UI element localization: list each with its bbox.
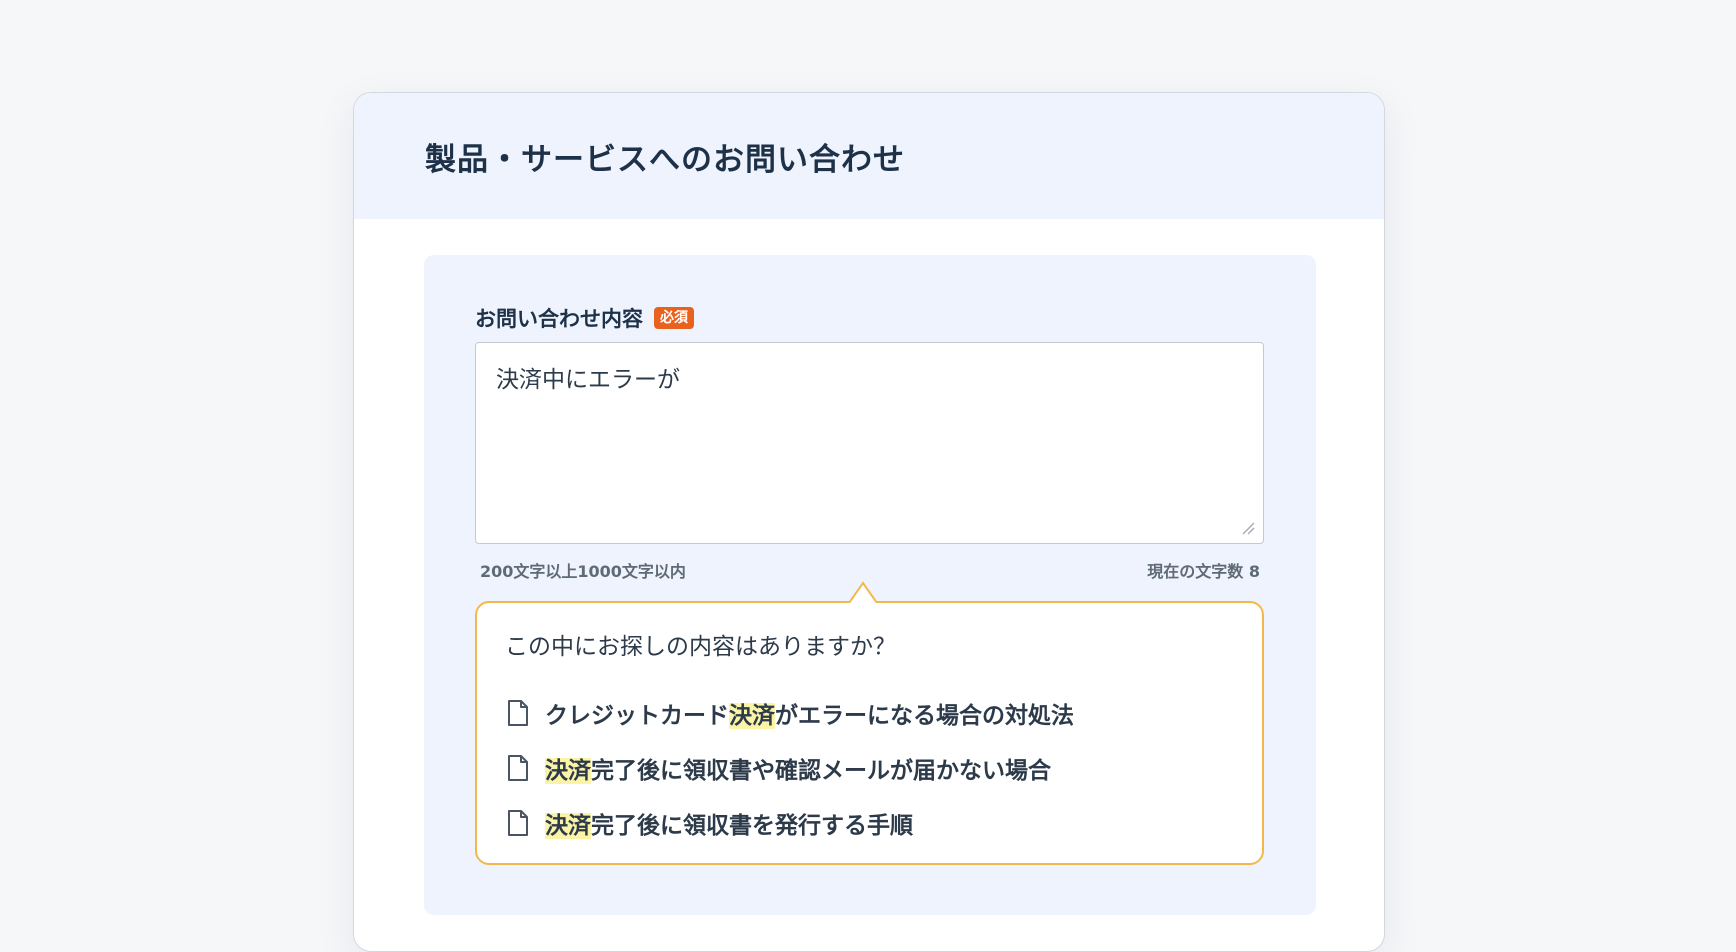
- suggestion-box: この中にお探しの内容はありますか？ クレジットカード決済がエラーになる場合の対処…: [475, 581, 1264, 865]
- suggestion-link[interactable]: クレジットカード決済がエラーになる場合の対処法: [545, 696, 1074, 730]
- page-title: 製品・サービスへのお問い合わせ: [425, 141, 905, 178]
- suggestion-text-after: 完了後に領収書を発行する手順: [591, 812, 913, 839]
- form-panel: お問い合わせ内容 必須 決済中にエラーが 200文字以上1000文字以内 現在の…: [424, 255, 1316, 915]
- suggestion-text-after: 完了後に領収書や確認メールが届かない場合: [591, 757, 1051, 784]
- suggestion-item[interactable]: クレジットカード決済がエラーになる場合の対処法: [505, 685, 1074, 740]
- document-icon: [508, 809, 528, 836]
- suggestion-text-after: がエラーになる場合の対処法: [775, 702, 1074, 729]
- suggestion-link[interactable]: 決済完了後に領収書や確認メールが届かない場合: [545, 751, 1051, 785]
- suggestion-highlight: 決済: [729, 702, 775, 729]
- suggestion-item[interactable]: 決済完了後に領収書を発行する手順: [505, 795, 1074, 850]
- inquiry-textarea[interactable]: 決済中にエラーが: [475, 342, 1264, 544]
- required-badge: 必須: [654, 307, 694, 329]
- card-header: 製品・サービスへのお問い合わせ: [354, 93, 1384, 219]
- field-label-row: お問い合わせ内容 必須: [475, 303, 694, 333]
- inquiry-field-label: お問い合わせ内容: [475, 307, 643, 331]
- document-icon: [508, 754, 528, 781]
- suggestion-highlight: 決済: [545, 757, 591, 784]
- suggestion-text-before: クレジットカード: [545, 702, 729, 729]
- suggestion-list: クレジットカード決済がエラーになる場合の対処法 決済完了後に領収書や確認メールが…: [505, 685, 1074, 850]
- suggestion-item[interactable]: 決済完了後に領収書や確認メールが届かない場合: [505, 740, 1074, 795]
- document-icon: [508, 699, 528, 726]
- suggestion-question: この中にお探しの内容はありますか？: [505, 634, 896, 660]
- suggestion-highlight: 決済: [545, 812, 591, 839]
- length-hint: 200文字以上1000文字以内: [480, 562, 686, 581]
- inquiry-card: 製品・サービスへのお問い合わせ お問い合わせ内容 必須 決済中にエラーが 200…: [353, 92, 1385, 952]
- suggestion-pointer: [849, 581, 877, 603]
- suggestion-link[interactable]: 決済完了後に領収書を発行する手順: [545, 806, 913, 840]
- resize-handle-icon[interactable]: [1241, 521, 1255, 535]
- inquiry-textarea-value: 決済中にエラーが: [496, 367, 680, 393]
- char-count: 現在の文字数 8: [1147, 562, 1260, 581]
